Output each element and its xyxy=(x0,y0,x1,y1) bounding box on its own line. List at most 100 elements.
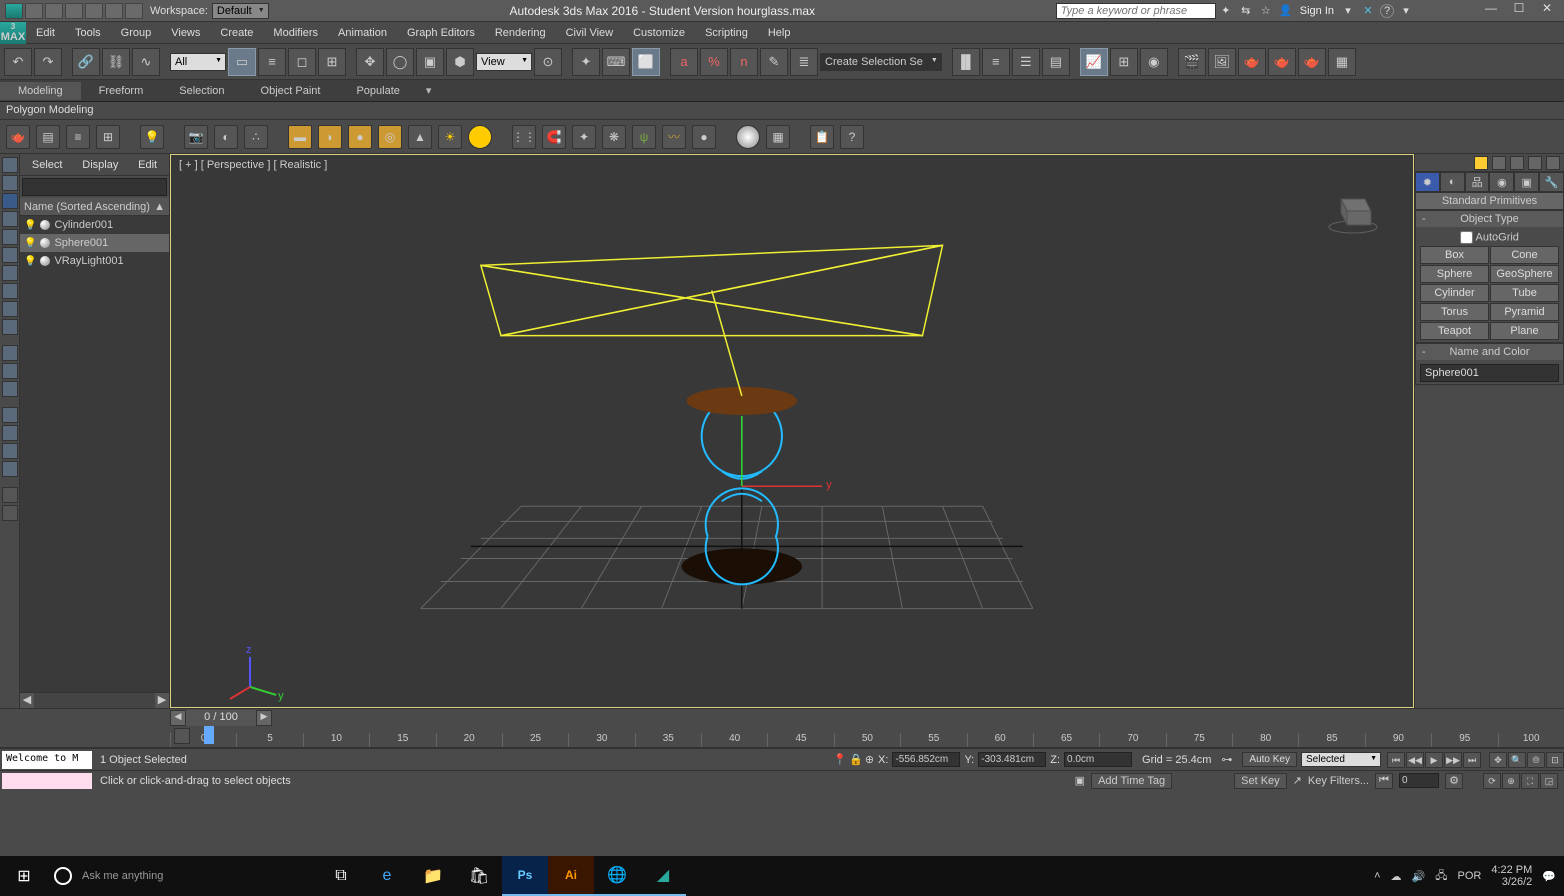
filter-all-icon[interactable] xyxy=(2,157,18,173)
ribbon-tab-freeform[interactable]: Freeform xyxy=(81,82,162,100)
ref-coord-dropdown[interactable]: View xyxy=(476,53,532,71)
hierarchy-tab[interactable]: 品 xyxy=(1465,172,1490,192)
grass-icon[interactable]: ψ xyxy=(632,125,656,149)
toggle-ribbon-button[interactable]: ▤ xyxy=(1042,48,1070,76)
favorites-icon[interactable]: ☆ xyxy=(1258,3,1274,19)
select-object-button[interactable]: ▭ xyxy=(228,48,256,76)
nav-zoom-button[interactable]: 🔍 xyxy=(1508,752,1526,768)
keyboard-shortcut-button[interactable]: ⌨ xyxy=(602,48,630,76)
rock-icon[interactable]: ● xyxy=(692,125,716,149)
box-prim-icon[interactable]: ▬ xyxy=(288,125,312,149)
tray-network-icon[interactable]: 🖧 xyxy=(1435,867,1447,886)
primitive-teapot[interactable]: Teapot xyxy=(1420,322,1489,340)
store-app-icon[interactable]: 🛍 xyxy=(456,856,502,896)
snap-toggle-button[interactable]: ⬜ xyxy=(632,48,660,76)
setkey-button[interactable]: Set Key xyxy=(1234,773,1287,789)
selection-filter-dropdown[interactable]: All xyxy=(170,53,226,71)
undo-icon[interactable] xyxy=(85,3,103,19)
motion-tab[interactable]: ◉ xyxy=(1489,172,1514,192)
bulb-icon[interactable]: 💡 xyxy=(24,256,36,267)
list-item[interactable]: 💡 VRayLight001 xyxy=(20,252,169,270)
tray-lang[interactable]: POR xyxy=(1457,870,1481,882)
menu-tools[interactable]: Tools xyxy=(65,24,111,42)
maxscript-listener[interactable]: Welcome to M xyxy=(2,751,92,769)
camera-icon[interactable]: 📷 xyxy=(184,125,208,149)
render-icon[interactable]: ▤ xyxy=(36,125,60,149)
render-last-button[interactable]: ▦ xyxy=(1328,48,1356,76)
primitive-torus[interactable]: Torus xyxy=(1420,303,1489,321)
named-selection-dropdown[interactable]: Create Selection Se xyxy=(820,53,942,71)
redo-button[interactable]: ↷ xyxy=(34,48,62,76)
menu-animation[interactable]: Animation xyxy=(328,24,397,42)
current-frame-input[interactable] xyxy=(1399,773,1439,788)
window-crossing-button[interactable]: ⊞ xyxy=(318,48,346,76)
filter-camera-icon[interactable] xyxy=(2,229,18,245)
tray-volume-icon[interactable]: 🔊 xyxy=(1412,870,1426,883)
tray-up-icon[interactable]: ˄ xyxy=(1374,870,1380,882)
time-config-icon[interactable] xyxy=(174,728,190,744)
tray-notifications-icon[interactable]: 💬 xyxy=(1542,870,1556,883)
user-icon[interactable]: 👤 xyxy=(1278,3,1294,19)
infocenter-icon[interactable]: ✕ xyxy=(1360,3,1376,19)
minimize-button[interactable]: — xyxy=(1478,1,1504,21)
workspace-dropdown[interactable]: Default xyxy=(212,3,269,19)
ribbon-tab-objectpaint[interactable]: Object Paint xyxy=(243,82,339,100)
coord-toggle-icon[interactable]: ⊕ xyxy=(865,753,874,766)
cmd-a-icon[interactable] xyxy=(1492,156,1506,170)
keymode-dropdown[interactable]: Selected xyxy=(1301,752,1381,767)
cmd-c-icon[interactable] xyxy=(1528,156,1542,170)
menu-modifiers[interactable]: Modifiers xyxy=(263,24,328,42)
polygon-modeling-panel[interactable]: Polygon Modeling xyxy=(0,102,1564,120)
sign-in-link[interactable]: Sign In xyxy=(1300,5,1334,17)
primitive-tube[interactable]: Tube xyxy=(1490,284,1559,302)
wave-icon[interactable]: 〰 xyxy=(662,125,686,149)
key-icon[interactable]: ⊶ xyxy=(1221,753,1232,766)
menu-rendering[interactable]: Rendering xyxy=(485,24,556,42)
goto-start-button[interactable]: ⏮ xyxy=(1387,752,1405,768)
help-arrow-icon[interactable]: ▾ xyxy=(1398,3,1414,19)
sphere-prim-icon[interactable]: ● xyxy=(348,125,372,149)
percent-snap-button[interactable]: % xyxy=(700,48,728,76)
undo-button[interactable]: ↶ xyxy=(4,48,32,76)
nav-maximize-button[interactable]: ⛶ xyxy=(1521,773,1539,789)
primitive-cone[interactable]: Cone xyxy=(1490,246,1559,264)
ribbon-tab-selection[interactable]: Selection xyxy=(161,82,242,100)
lock-icon[interactable]: 📍 xyxy=(833,753,847,766)
named-selection-button[interactable]: ≣ xyxy=(790,48,818,76)
autogrid-checkbox[interactable] xyxy=(1460,231,1473,244)
spinner-snap-button[interactable]: n xyxy=(730,48,758,76)
create-tab[interactable]: ✹ xyxy=(1415,172,1440,192)
viewport-perspective[interactable]: [ + ] [ Perspective ] [ Realistic ] xyxy=(170,154,1414,708)
filter-light-icon[interactable] xyxy=(2,211,18,227)
render-activeshade-button[interactable]: 🫖 xyxy=(1298,48,1326,76)
primitive-sphere[interactable]: Sphere xyxy=(1420,265,1489,283)
coord-y-input[interactable] xyxy=(978,752,1046,767)
filter-geom-icon[interactable] xyxy=(2,175,18,191)
filter-helper-icon[interactable] xyxy=(2,247,18,263)
transform-icon[interactable]: ◐ xyxy=(214,125,238,149)
ribbon-tab-modeling[interactable]: Modeling xyxy=(0,82,81,100)
color-grid-icon[interactable]: ▦ xyxy=(766,125,790,149)
next-frame-button[interactable]: ▶▶ xyxy=(1444,752,1462,768)
ribbon-tab-populate[interactable]: Populate xyxy=(338,82,417,100)
menu-edit[interactable]: Edit xyxy=(26,24,65,42)
filter-b-icon[interactable] xyxy=(2,363,18,379)
time-marker[interactable] xyxy=(204,726,214,744)
geo-icon[interactable]: ❋ xyxy=(602,125,626,149)
prev-frame-button[interactable]: ◀◀ xyxy=(1406,752,1424,768)
project-icon[interactable] xyxy=(125,3,143,19)
edit-selection-button[interactable]: ✎ xyxy=(760,48,788,76)
maxscript-output[interactable] xyxy=(2,773,92,789)
nav-walk-button[interactable]: ⊕ xyxy=(1502,773,1520,789)
particle-icon[interactable]: ∴ xyxy=(244,125,268,149)
explorer-app-icon[interactable]: 📁 xyxy=(410,856,456,896)
slider-left-button[interactable]: ◀ xyxy=(170,710,186,726)
bulb-icon[interactable]: 💡 xyxy=(24,238,36,249)
grid-icon[interactable]: ⊞ xyxy=(96,125,120,149)
menu-grapheditors[interactable]: Graph Editors xyxy=(397,24,485,42)
key-arrow-icon[interactable]: ↗ xyxy=(1293,774,1302,787)
scene-menu-display[interactable]: Display xyxy=(76,157,124,173)
align-button[interactable]: ≡ xyxy=(982,48,1010,76)
illustrator-app-icon[interactable]: Ai xyxy=(548,856,594,896)
slider-right-button[interactable]: ▶ xyxy=(256,710,272,726)
